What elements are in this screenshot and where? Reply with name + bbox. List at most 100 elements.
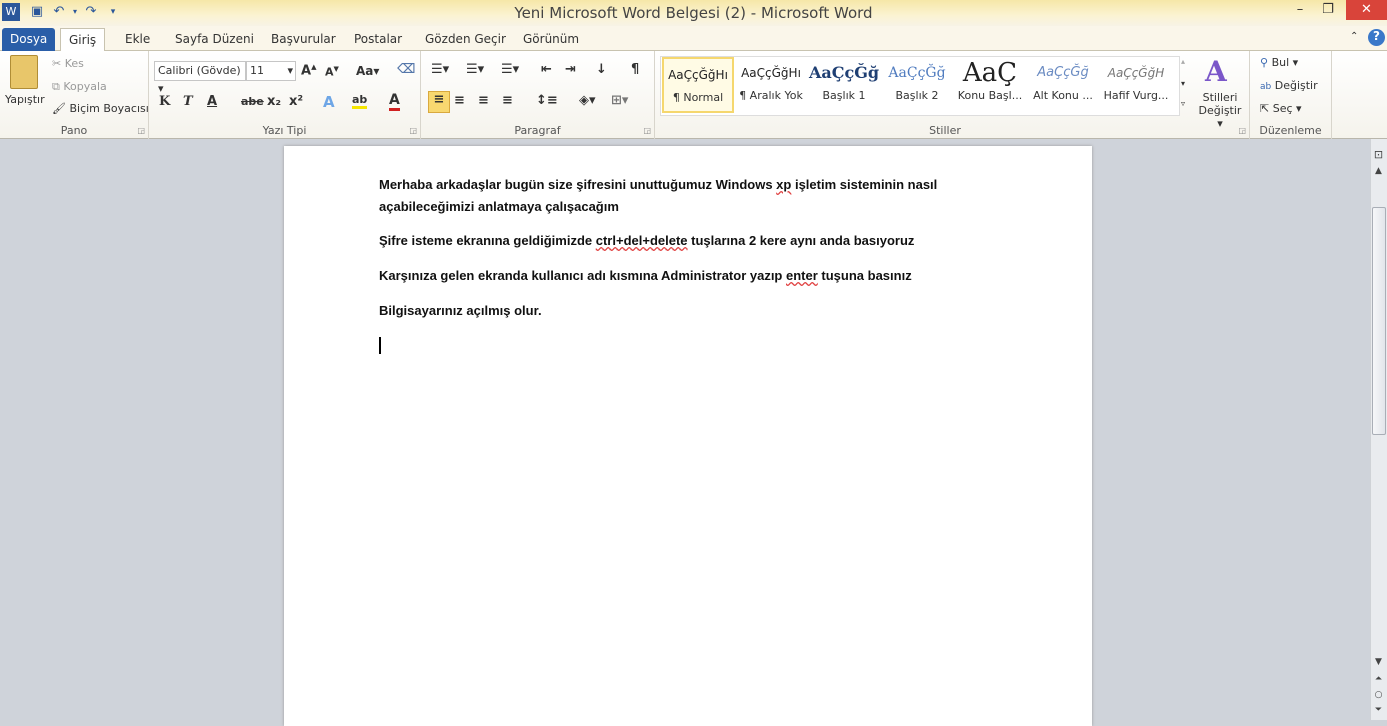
tab-references[interactable]: Başvurular bbox=[263, 28, 344, 51]
ruler-toggle-icon[interactable]: ⊡ bbox=[1370, 148, 1387, 161]
show-formatting-icon[interactable]: ¶ bbox=[631, 62, 639, 77]
dialog-launcher-icon[interactable]: ◲ bbox=[1238, 126, 1246, 135]
style-subtle-emphasis[interactable]: AaÇçĞğH Hafif Vurg... bbox=[1100, 57, 1172, 113]
select-button[interactable]: ⇱ Seç ▾ bbox=[1260, 102, 1302, 115]
grow-font-icon[interactable]: A▲ bbox=[301, 63, 316, 78]
underline-button[interactable]: A bbox=[207, 94, 217, 109]
multilevel-list-icon[interactable]: ☰▾ bbox=[501, 62, 519, 77]
tab-review[interactable]: Gözden Geçir bbox=[417, 28, 514, 51]
ribbon-tabs: Dosya Giriş Ekle Sayfa Düzeni Başvurular… bbox=[0, 26, 1387, 52]
increase-indent-icon[interactable]: ⇥ bbox=[565, 62, 576, 77]
style-no-spacing[interactable]: AaÇçĞğHı ¶ Aralık Yok bbox=[735, 57, 807, 113]
restore-button[interactable]: ❐ bbox=[1314, 0, 1342, 20]
strikethrough-button[interactable]: abe bbox=[241, 95, 264, 108]
sort-icon[interactable]: ↓ bbox=[596, 62, 607, 77]
style-name: Konu Başl... bbox=[957, 89, 1023, 102]
align-center-button[interactable]: ≡ bbox=[454, 93, 465, 108]
document-page[interactable]: Merhaba arkadaşlar bugün size şifresini … bbox=[284, 146, 1092, 726]
style-name: ¶ Aralık Yok bbox=[739, 89, 803, 102]
scrollbar-thumb[interactable] bbox=[1372, 207, 1386, 435]
font-name-select[interactable]: Calibri (Gövde) ▾ bbox=[154, 61, 246, 95]
spelling-error[interactable]: enter bbox=[786, 268, 818, 283]
next-page-icon[interactable]: ⏷ bbox=[1370, 705, 1387, 715]
group-paragraph: ☰▾ ☰▾ ☰▾ ⇤ ⇥ ↓ ¶ ≡ ≡ ≡ ≡ ↕≡ ◈▾ ⊞▾ Paragr… bbox=[421, 51, 655, 139]
bold-button[interactable]: K bbox=[159, 94, 170, 109]
window-title: Yeni Microsoft Word Belgesi (2) - Micros… bbox=[514, 4, 873, 22]
style-heading-1[interactable]: AaÇçĞğ Başlık 1 bbox=[808, 57, 880, 113]
style-subtitle[interactable]: AaÇçĞğ Alt Konu ... bbox=[1027, 57, 1099, 113]
close-button[interactable]: ✕ bbox=[1346, 0, 1387, 20]
tab-insert[interactable]: Ekle bbox=[117, 28, 158, 51]
scroll-up-icon[interactable]: ▲ bbox=[1370, 166, 1387, 176]
dialog-launcher-icon[interactable]: ◲ bbox=[409, 126, 417, 135]
style-name: Başlık 1 bbox=[822, 89, 866, 102]
text-effects-icon[interactable]: A bbox=[323, 93, 335, 111]
group-styles: AaÇçĞğHı ¶ Normal AaÇçĞğHı ¶ Aralık Yok Aa… bbox=[655, 51, 1250, 139]
bullets-icon[interactable]: ☰▾ bbox=[431, 62, 449, 77]
line-spacing-icon[interactable]: ↕≡ bbox=[536, 93, 558, 108]
clear-formatting-icon[interactable]: ⌫ bbox=[397, 62, 415, 77]
minimize-ribbon-icon[interactable]: ⌃ bbox=[1350, 31, 1358, 42]
find-button[interactable]: ⚲ Bul ▾ bbox=[1260, 56, 1298, 69]
borders-icon[interactable]: ⊞▾ bbox=[611, 93, 628, 108]
minimize-button[interactable]: – bbox=[1286, 0, 1314, 20]
style-preview: AaÇçĞğ bbox=[888, 65, 946, 81]
spelling-error[interactable]: ctrl+del+delete bbox=[596, 233, 688, 248]
tab-file[interactable]: Dosya bbox=[2, 28, 56, 51]
tab-home[interactable]: Giriş bbox=[60, 28, 106, 52]
group-label: Paragraf bbox=[514, 124, 561, 137]
format-painter-label: Biçim Boyacısı bbox=[69, 102, 149, 115]
decrease-indent-icon[interactable]: ⇤ bbox=[541, 62, 552, 77]
align-left-button[interactable]: ≡ bbox=[428, 91, 450, 113]
shrink-font-icon[interactable]: A▼ bbox=[325, 65, 339, 79]
tab-page-layout[interactable]: Sayfa Düzeni bbox=[167, 28, 262, 51]
font-size-value: 11 bbox=[250, 64, 264, 77]
tab-view[interactable]: Görünüm bbox=[515, 28, 587, 51]
spelling-error[interactable]: xp bbox=[776, 177, 791, 192]
shading-icon[interactable]: ◈▾ bbox=[579, 93, 596, 108]
find-label: Bul bbox=[1271, 56, 1290, 69]
ribbon: Yapıştır ✂ Kes ⧉ Kopyala 🖌 Biçim Boyacıs… bbox=[0, 51, 1387, 139]
dialog-launcher-icon[interactable]: ◲ bbox=[643, 126, 651, 135]
scroll-down-icon[interactable]: ▼ bbox=[1370, 657, 1387, 667]
change-case-button[interactable]: Aa▾ bbox=[356, 64, 379, 78]
align-right-button[interactable]: ≡ bbox=[478, 93, 489, 108]
font-color-icon[interactable]: A bbox=[389, 92, 400, 111]
previous-page-icon[interactable]: ⏶ bbox=[1370, 674, 1387, 684]
style-preview: AaÇ bbox=[962, 58, 1018, 88]
tab-mailings[interactable]: Postalar bbox=[346, 28, 410, 51]
copy-button[interactable]: ⧉ Kopyala bbox=[52, 80, 107, 94]
styles-scroll-up-icon[interactable]: ▴ bbox=[1181, 57, 1185, 66]
justify-button[interactable]: ≡ bbox=[502, 93, 513, 108]
subscript-button[interactable]: x₂ bbox=[267, 94, 281, 109]
italic-button[interactable]: T bbox=[183, 94, 193, 109]
replace-button[interactable]: ab Değiştir bbox=[1260, 79, 1318, 92]
title-bar: W ▣ ↶ ▾ ↷ ▾ Yeni Microsoft Word Belgesi … bbox=[0, 0, 1387, 26]
style-title[interactable]: AaÇ Konu Başl... bbox=[954, 57, 1026, 113]
style-heading-2[interactable]: AaÇçĞğ Başlık 2 bbox=[881, 57, 953, 113]
paragraph: Bilgisayarınız açılmış olur. bbox=[379, 303, 542, 318]
format-painter-button[interactable]: 🖌 Biçim Boyacısı bbox=[52, 102, 149, 115]
font-name-value: Calibri (Gövde) bbox=[158, 64, 241, 77]
paste-icon[interactable] bbox=[10, 55, 38, 89]
superscript-button[interactable]: x² bbox=[289, 94, 303, 109]
style-preview: AaÇçĞğ bbox=[808, 63, 880, 82]
browse-object-icon[interactable]: ○ bbox=[1370, 690, 1387, 700]
group-font: Calibri (Gövde) ▾ 11 ▾ A▲ A▼ Aa▾ ⌫ K T A … bbox=[149, 51, 421, 139]
styles-scroll-down-icon[interactable]: ▾ bbox=[1181, 79, 1185, 88]
help-icon[interactable]: ? bbox=[1368, 29, 1385, 46]
highlight-icon[interactable]: ab bbox=[352, 93, 368, 109]
replace-label: Değiştir bbox=[1274, 79, 1318, 92]
cut-button[interactable]: ✂ Kes bbox=[52, 57, 84, 70]
style-normal[interactable]: AaÇçĞğHı ¶ Normal bbox=[662, 57, 734, 113]
styles-more-icon[interactable]: ▿ bbox=[1181, 99, 1185, 108]
style-preview: AaÇçĞğHı bbox=[668, 68, 728, 82]
paragraph: Şifre isteme ekranına geldiğimizde ctrl+… bbox=[379, 233, 915, 248]
font-size-select[interactable]: 11 ▾ bbox=[246, 61, 296, 81]
dialog-launcher-icon[interactable]: ◲ bbox=[137, 126, 145, 135]
paste-button[interactable]: Yapıştır bbox=[5, 93, 45, 106]
style-name: Alt Konu ... bbox=[1033, 89, 1093, 102]
change-case-label: Aa bbox=[356, 64, 374, 78]
change-styles-icon[interactable]: A bbox=[1205, 55, 1227, 88]
numbering-icon[interactable]: ☰▾ bbox=[466, 62, 484, 77]
